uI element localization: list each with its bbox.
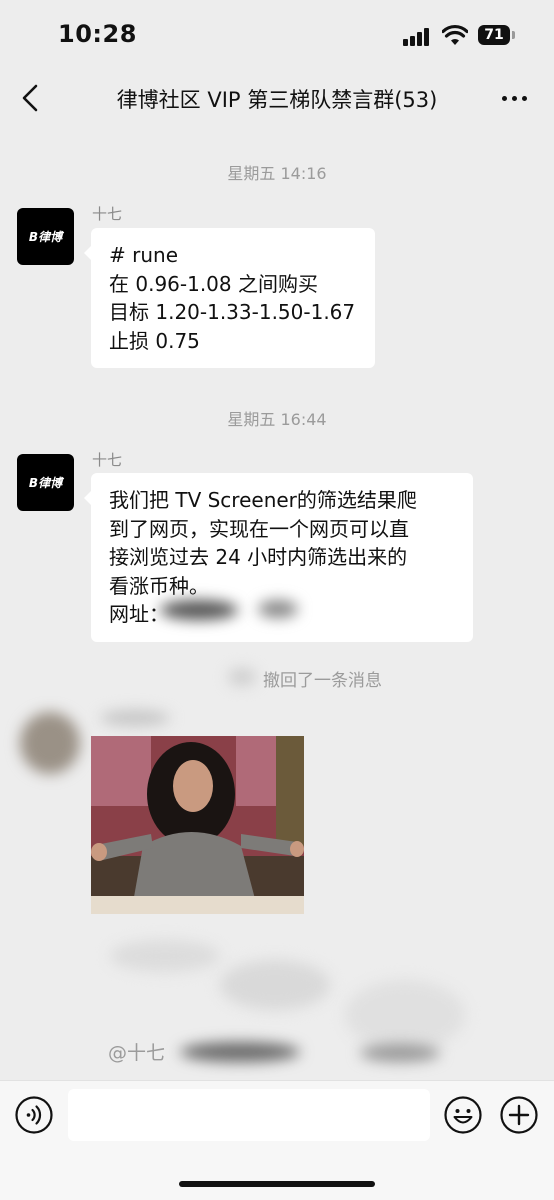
image-message[interactable] (91, 736, 304, 914)
avatar-logo-text: B律博 (28, 476, 63, 490)
sender-name: 十七 (92, 451, 123, 469)
status-bar: 10:28 71 (0, 0, 554, 70)
redaction-blur (20, 712, 80, 774)
recall-notice: 撤回了一条消息 (263, 671, 382, 691)
chat-title: 律博社区 VIP 第三梯队禁言群(53) (116, 88, 438, 112)
redaction-blur (110, 940, 220, 972)
message-timestamp: 星期五 16:44 (227, 410, 327, 429)
avatar-logo-text: B律博 (28, 230, 63, 244)
redaction-blur (220, 960, 330, 1010)
sender-name: 十七 (92, 205, 123, 223)
message-line: # rune (109, 243, 178, 267)
wifi-icon (442, 24, 468, 45)
avatar[interactable]: B律博 (17, 454, 74, 511)
voice-icon[interactable] (15, 1096, 53, 1134)
message-line: 到了网页，实现在一个网页可以直 (109, 516, 409, 541)
message-bubble[interactable]: # rune 在 0.96-1.08 之间购买 目标 1.20-1.33-1.5… (84, 228, 375, 368)
message-line: 看涨币种。 (109, 573, 209, 598)
battery-level: 71 (484, 27, 504, 43)
nav-bar: 律博社区 VIP 第三梯队禁言群(53) (0, 70, 554, 126)
signal-icon (403, 28, 431, 46)
message-line: 我们把 TV Screener的筛选结果爬 (109, 488, 417, 512)
input-bar (0, 1080, 554, 1200)
back-icon[interactable] (16, 82, 46, 114)
message-line: 接浏览过去 24 小时内筛选出来的 (109, 545, 408, 569)
more-icon[interactable] (502, 96, 530, 104)
redaction-blur (228, 668, 256, 686)
message-line: 止损 0.75 (109, 328, 200, 353)
message-line: 在 0.96-1.08 之间购买 (109, 271, 318, 296)
battery-icon: 71 (478, 25, 510, 45)
redaction-blur (160, 600, 238, 620)
redaction-blur (180, 1042, 300, 1062)
message-line: 目标 1.20-1.33-1.50-1.67 (109, 300, 356, 324)
mention-text: @十七 (108, 1042, 166, 1064)
home-indicator (179, 1181, 375, 1187)
status-time: 10:28 (58, 20, 137, 48)
redaction-blur (258, 600, 298, 618)
redaction-blur (360, 1044, 440, 1062)
emoji-icon[interactable] (444, 1096, 482, 1134)
avatar[interactable]: B律博 (17, 208, 74, 265)
message-input[interactable] (68, 1089, 430, 1141)
meme-image (91, 736, 304, 914)
redaction-blur (100, 710, 170, 726)
plus-icon[interactable] (500, 1096, 538, 1134)
message-timestamp: 星期五 14:16 (227, 164, 327, 183)
redaction-blur (345, 980, 465, 1050)
battery-cap (512, 31, 515, 39)
